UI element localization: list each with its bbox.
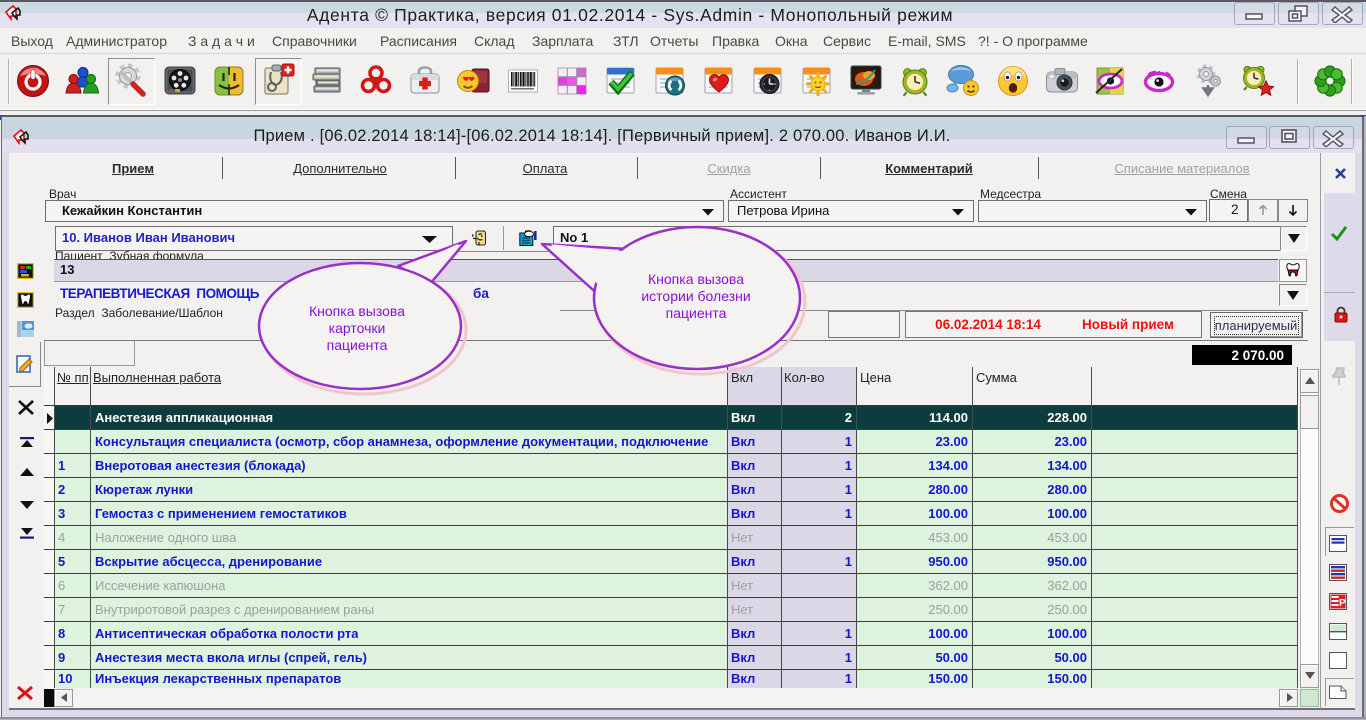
svg-text:P: P — [1339, 598, 1346, 609]
